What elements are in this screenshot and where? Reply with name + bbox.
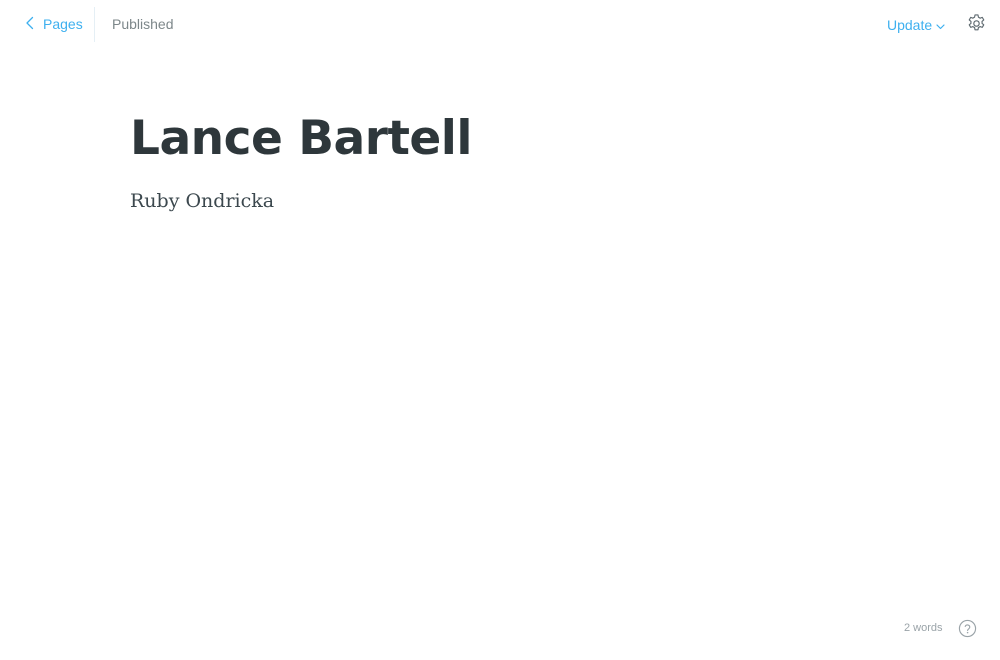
chevron-left-icon [24,16,43,33]
help-circle-icon [958,619,977,642]
post-title[interactable]: Lance Bartell [130,107,473,171]
settings-button[interactable] [966,13,987,34]
editor-header: Pages Published Update [0,0,1000,48]
page: Pages Published Update Lance Bartell Rub… [0,0,1000,660]
chevron-down-icon [932,17,945,33]
help-button[interactable] [958,619,977,638]
publish-status: Published [112,16,174,32]
header-divider [94,7,95,42]
update-button-label: Update [887,17,933,33]
back-link-label: Pages [43,16,83,32]
word-count: 2 words [904,622,943,634]
back-to-pages-link[interactable]: Pages [24,14,83,34]
gear-icon [966,14,987,38]
post-body[interactable]: Ruby Ondricka [130,188,274,214]
update-button[interactable]: Update [887,15,945,35]
